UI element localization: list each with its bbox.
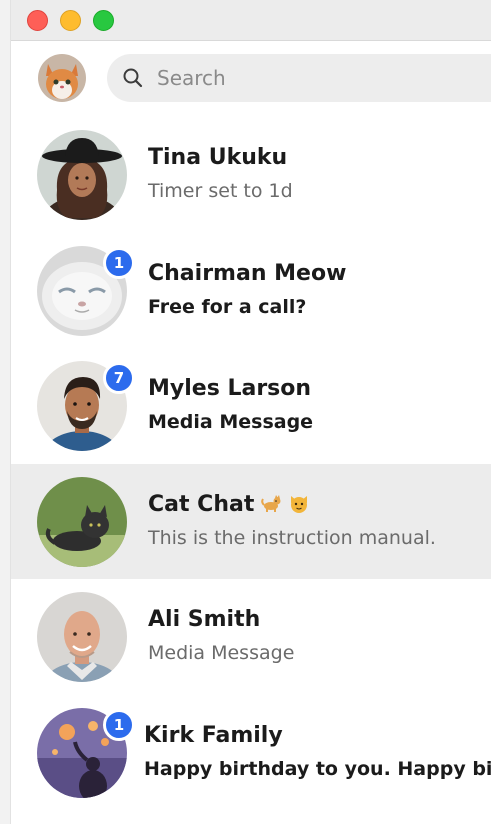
black-cat-avatar-icon xyxy=(37,476,127,567)
conversation-name: Myles Larson xyxy=(148,376,312,401)
cat-emoji-icon xyxy=(261,494,281,512)
conversation-snippet: Media Message xyxy=(148,642,295,664)
conversation-snippet: This is the instruction manual. xyxy=(148,526,436,549)
conversation-snippet: Happy birthday to you. Happy birthday to… xyxy=(144,757,491,780)
profile-avatar[interactable] xyxy=(38,54,86,102)
unread-badge: 1 xyxy=(103,246,135,279)
maximize-window-button[interactable] xyxy=(93,10,114,31)
conversation-snippet: Timer set to 1d xyxy=(148,180,293,202)
conversation-item-ali-smith[interactable]: Ali Smith Media Message xyxy=(10,579,491,695)
conversation-name: Cat Chat xyxy=(148,492,310,517)
minimize-window-button[interactable] xyxy=(60,10,81,31)
window-edge xyxy=(0,0,11,824)
title-bar xyxy=(10,0,491,41)
search-input[interactable] xyxy=(157,54,491,102)
conversation-snippet: Free for a call? xyxy=(148,295,307,318)
conversation-item-kirk-family[interactable]: 1 Kirk Family Happy birthday to you. Hap… xyxy=(10,695,491,811)
conversation-name: Kirk Family xyxy=(144,722,283,748)
conversation-name: Tina Ukuku xyxy=(148,145,288,170)
close-window-button[interactable] xyxy=(27,10,48,31)
conversation-name: Ali Smith xyxy=(148,607,261,632)
woman-with-hat-avatar-icon xyxy=(37,130,127,220)
conversation-item-tina-ukuku[interactable]: Tina Ukuku Timer set to 1d xyxy=(10,117,491,233)
app-window: Tina Ukuku Timer set to 1d 1 Chairman Me… xyxy=(0,0,491,824)
conversation-item-myles-larson[interactable]: 7 Myles Larson Media Message xyxy=(10,348,491,464)
conversation-list: Tina Ukuku Timer set to 1d 1 Chairman Me… xyxy=(10,117,491,810)
unread-badge: 7 xyxy=(103,362,135,394)
conversation-name: Chairman Meow xyxy=(148,260,347,286)
conversation-snippet: Media Message xyxy=(148,411,314,433)
search-bar[interactable] xyxy=(107,54,491,102)
conversation-item-cat-chat[interactable]: Cat Chat This is the instruction manual. xyxy=(10,463,491,579)
conversation-name-text: Cat Chat xyxy=(148,491,255,517)
conversation-list-header xyxy=(10,41,491,117)
avatar xyxy=(37,130,127,220)
unread-badge: 1 xyxy=(103,708,135,741)
bald-man-avatar-icon xyxy=(37,592,127,682)
search-icon xyxy=(123,68,143,88)
avatar xyxy=(37,476,127,567)
conversation-item-chairman-meow[interactable]: 1 Chairman Meow Free for a call? xyxy=(10,233,491,349)
orange-cat-icon xyxy=(38,54,86,102)
cat-face-emoji-icon xyxy=(291,495,308,513)
avatar xyxy=(37,592,127,682)
